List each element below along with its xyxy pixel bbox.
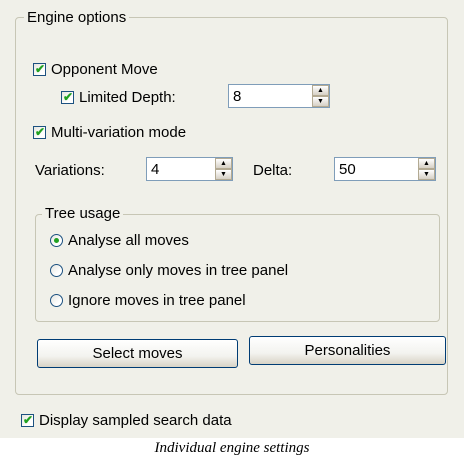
limited-depth-stepper[interactable]: ▲ ▼	[228, 84, 330, 108]
delta-label-row: Delta:	[253, 159, 292, 181]
arrow-down-icon[interactable]: ▼	[215, 169, 232, 180]
checkmark-icon: ✔	[63, 89, 74, 104]
radio-button[interactable]	[50, 293, 63, 307]
arrow-down-icon[interactable]: ▼	[418, 169, 435, 180]
limited-depth-input[interactable]	[229, 85, 313, 107]
checkmark-icon: ✔	[35, 124, 46, 139]
delta-stepper[interactable]: ▲ ▼	[334, 157, 436, 181]
opponent-move-label: Opponent Move	[51, 60, 158, 78]
radio-label: Ignore moves in tree panel	[68, 291, 246, 309]
checkbox-box[interactable]: ✔	[21, 412, 34, 427]
variations-label-row: Variations:	[35, 159, 105, 181]
figure-caption: Individual engine settings	[154, 440, 310, 456]
checkmark-icon: ✔	[35, 61, 46, 76]
checkmark-icon: ✔	[23, 412, 34, 427]
radio-label: Analyse only moves in tree panel	[68, 261, 289, 279]
radio-analyse-all[interactable]: Analyse all moves	[50, 229, 189, 251]
multi-variation-checkbox[interactable]: ✔ Multi-variation mode	[33, 121, 186, 143]
limited-depth-label: Limited Depth:	[79, 88, 176, 106]
arrow-up-icon[interactable]: ▲	[312, 85, 329, 96]
personalities-button[interactable]: Personalities	[249, 336, 446, 365]
radio-button[interactable]	[50, 263, 63, 277]
display-sampled-checkbox[interactable]: ✔ Display sampled search data	[21, 409, 232, 431]
variations-label: Variations:	[35, 161, 105, 179]
radio-button[interactable]	[50, 233, 63, 247]
tree-usage-title: Tree usage	[42, 205, 124, 223]
arrow-up-icon[interactable]: ▲	[215, 158, 232, 169]
radio-analyse-tree[interactable]: Analyse only moves in tree panel	[50, 259, 288, 281]
engine-settings-panel: Engine options ✔ Opponent Move ✔ Limited…	[0, 0, 464, 438]
delta-label: Delta:	[253, 161, 293, 179]
variations-stepper[interactable]: ▲ ▼	[146, 157, 233, 181]
arrow-up-icon[interactable]: ▲	[418, 158, 435, 169]
radio-label: Analyse all moves	[68, 231, 189, 249]
engine-options-title: Engine options	[24, 9, 130, 27]
delta-input[interactable]	[335, 158, 419, 180]
opponent-move-checkbox[interactable]: ✔ Opponent Move	[33, 58, 158, 80]
multi-variation-label: Multi-variation mode	[51, 123, 187, 141]
variations-input[interactable]	[147, 158, 216, 180]
display-sampled-label: Display sampled search data	[39, 411, 232, 429]
radio-dot-icon	[54, 237, 59, 243]
select-moves-button[interactable]: Select moves	[37, 339, 238, 368]
checkbox-box[interactable]: ✔	[33, 124, 46, 139]
arrow-down-icon[interactable]: ▼	[312, 96, 329, 107]
radio-ignore-tree[interactable]: Ignore moves in tree panel	[50, 289, 246, 311]
checkbox-box[interactable]: ✔	[33, 61, 46, 76]
limited-depth-checkbox[interactable]: ✔ Limited Depth:	[61, 86, 176, 108]
checkbox-box[interactable]: ✔	[61, 89, 74, 104]
